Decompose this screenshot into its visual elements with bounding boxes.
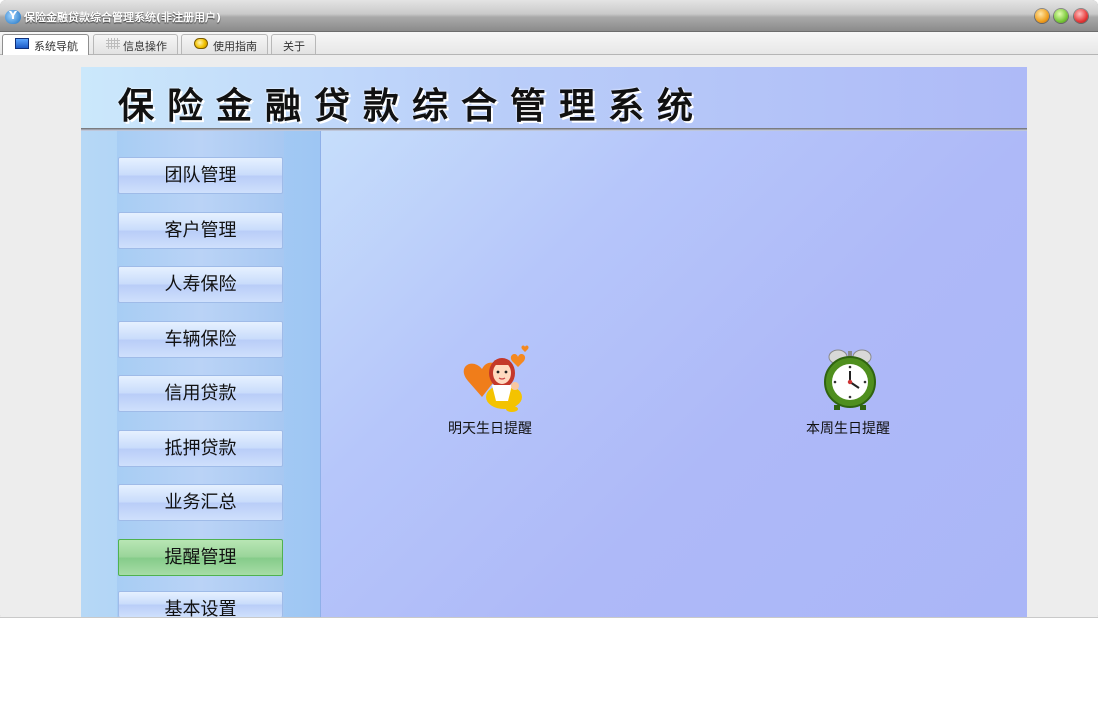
menu-item-business-summary[interactable]: 业务汇总 [118, 484, 283, 521]
banner-title: 保险金融贷款综合管理系统 [118, 86, 707, 127]
tab-about[interactable]: 关于 [271, 34, 316, 54]
this-week-birthday-reminder[interactable]: 本周生日提醒 [803, 343, 903, 439]
window-title: 保险金融贷款综合管理系统(非注册用户) [24, 11, 222, 24]
menu-item-team-management[interactable]: 团队管理 [118, 157, 283, 194]
grid-icon [106, 38, 120, 49]
menu-item-customer-management[interactable]: 客户管理 [118, 212, 283, 249]
close-button[interactable] [1074, 9, 1088, 23]
menu-item-vehicle-insurance[interactable]: 车辆保险 [118, 321, 283, 358]
guide-icon [194, 38, 208, 49]
tab-label: 信息操作 [123, 40, 167, 53]
tab-bar: 系统导航 信息操作 使用指南 关于 [0, 32, 1098, 55]
app-logo-icon [5, 9, 21, 24]
menu-item-life-insurance[interactable]: 人寿保险 [118, 266, 283, 303]
maximize-button[interactable] [1054, 9, 1068, 23]
menu-item-basic-settings[interactable]: 基本设置 [118, 591, 283, 617]
app-window: 保险金融贷款综合管理系统(非注册用户) 系统导航 信息操作 使用指南 关于 保险… [0, 0, 1098, 618]
tab-user-guide[interactable]: 使用指南 [181, 34, 268, 54]
sidebar: 团队管理 客户管理 人寿保险 车辆保险 信用贷款 抵押贷款 业务汇总 提醒管理 … [81, 131, 321, 617]
menu-item-reminder-management[interactable]: 提醒管理 [118, 539, 283, 576]
monitor-icon [15, 38, 29, 49]
title-bar[interactable]: 保险金融贷款综合管理系统(非注册用户) [0, 0, 1098, 32]
tab-label: 系统导航 [34, 40, 78, 53]
banner: 保险金融贷款综合管理系统 [81, 67, 1027, 129]
tool-label: 明天生日提醒 [448, 421, 532, 437]
tab-system-navigation[interactable]: 系统导航 [2, 34, 89, 55]
alarm-clock-icon [824, 349, 876, 410]
main-content: 明天生日提醒 本周生日提醒 [321, 131, 1027, 617]
tab-label: 使用指南 [213, 40, 257, 53]
menu-item-mortgage-loan[interactable]: 抵押贷款 [118, 430, 283, 467]
tab-info-operations[interactable]: 信息操作 [93, 34, 178, 54]
window-bottom-edge [0, 617, 1098, 618]
tomorrow-birthday-reminder[interactable]: 明天生日提醒 [446, 343, 546, 439]
minimize-button[interactable] [1035, 9, 1049, 23]
menu-item-credit-loan[interactable]: 信用贷款 [118, 375, 283, 412]
tab-label: 关于 [283, 40, 305, 53]
birthday-girl-icon [463, 345, 529, 412]
tool-label: 本周生日提醒 [806, 421, 890, 437]
